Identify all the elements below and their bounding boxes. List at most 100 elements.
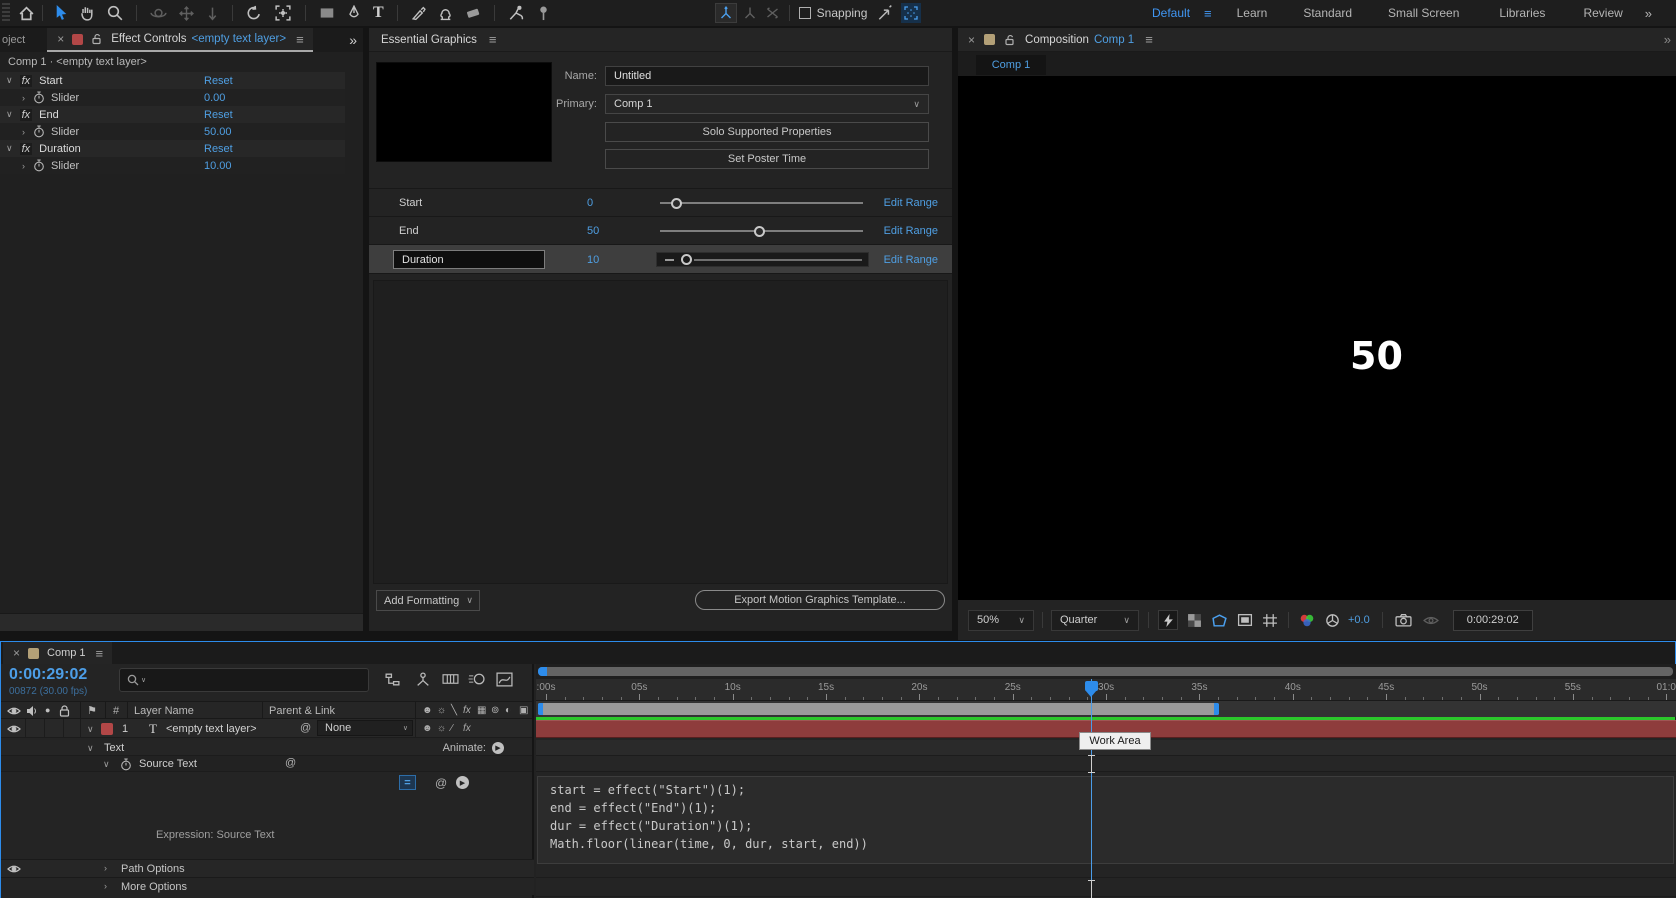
mask-visibility-icon[interactable] [1237,613,1253,627]
snapping-label[interactable]: Snapping [817,6,868,20]
timeline-tab-comp1[interactable]: × Comp 1 ≡ [3,642,113,664]
home-icon[interactable] [18,5,35,21]
composition-viewer[interactable]: 50 [958,76,1676,600]
text-group-row[interactable]: ∨ Text Animate: ▶ [1,740,532,756]
work-area-end-handle[interactable] [1214,703,1219,715]
magnification-dropdown[interactable]: 50% ∨ [968,609,1034,631]
slider-handle[interactable] [671,198,682,209]
property-row-duration[interactable]: Duration 10 Edit Range [369,244,952,274]
twirl-open-icon[interactable]: ∨ [87,724,94,735]
source-text-label[interactable]: Source Text [139,758,197,770]
resolution-dropdown[interactable]: Quarter ∨ [1051,609,1139,631]
region-of-interest-icon[interactable] [1211,613,1228,628]
path-options-label[interactable]: Path Options [121,863,185,875]
solo-supported-properties-button[interactable]: Solo Supported Properties [605,122,929,142]
property-value[interactable]: 50 [587,225,599,237]
essential-graphics-header[interactable]: Essential Graphics ≡ [369,28,952,52]
audio-column-speaker-icon[interactable] [26,705,38,717]
world-axis-mode-icon[interactable] [743,6,757,20]
hand-tool-icon[interactable] [79,5,95,21]
panel-overflow-icon[interactable]: » [349,32,357,48]
stopwatch-icon[interactable] [33,91,45,104]
zoom-tool-icon[interactable] [107,5,123,21]
close-tab-icon[interactable]: × [57,32,64,46]
clone-stamp-tool-icon[interactable] [438,6,453,21]
primary-dropdown[interactable]: Comp 1 ∨ [605,94,929,114]
parent-pickwhip-icon[interactable]: @ [300,722,311,734]
timeline-search-box[interactable]: ∨ [119,668,369,692]
property-value[interactable]: 50.00 [204,126,232,138]
stopwatch-icon[interactable] [120,758,132,771]
layer-visibility-eye-icon[interactable] [7,724,21,734]
export-template-button[interactable]: Export Motion Graphics Template... [695,590,945,610]
roto-brush-tool-icon[interactable] [508,5,524,21]
3d-column-icon[interactable]: ▣ [519,705,528,716]
orbit-camera-tool-icon[interactable] [150,6,167,21]
parent-link-column-header[interactable]: Parent & Link [269,705,335,717]
selection-tool-icon[interactable] [55,5,68,21]
draft-3d-icon[interactable] [415,672,431,687]
show-snapshot-eye-icon[interactable] [1422,615,1439,626]
pan-behind-tool-icon[interactable] [275,5,291,21]
label-column-icon[interactable]: ⚑ [87,704,97,717]
expression-enabled-icon[interactable]: = [399,775,416,790]
snap-bounds-icon[interactable] [901,3,922,23]
layer-quality-icon[interactable]: ∕ [451,723,453,734]
slider-row[interactable]: › Slider 10.00 [0,157,345,174]
set-poster-time-button[interactable]: Set Poster Time [605,149,929,169]
effect-row-start[interactable]: ∨ fx Start Reset [0,72,345,89]
effect-name[interactable]: Start [39,75,62,87]
effect-name[interactable]: End [39,109,59,121]
property-row-start[interactable]: Start 0 Edit Range [369,188,952,216]
slider-handle[interactable] [681,254,692,265]
snapshot-camera-icon[interactable] [1395,613,1412,627]
viewer-tab-comp1[interactable]: Comp 1 [976,55,1046,75]
label-color-chip[interactable] [72,33,84,45]
slider-handle[interactable] [754,226,765,237]
twirl-open-icon[interactable]: ∨ [6,109,13,120]
workspace-menu-icon[interactable]: ≡ [1204,6,1212,21]
toolbar-drag-handle[interactable] [2,3,10,23]
workspace-overflow-icon[interactable]: » [1645,6,1652,21]
rotation-tool-icon[interactable] [246,5,262,21]
stopwatch-icon[interactable] [33,159,45,172]
panel-menu-icon[interactable]: ≡ [296,32,304,47]
property-value[interactable]: 10.00 [204,160,232,172]
dolly-camera-tool-icon[interactable] [206,6,219,21]
workspace-tab-standard[interactable]: Standard [1303,6,1352,20]
range-slider-well[interactable] [656,252,869,267]
edit-range-link[interactable]: Edit Range [884,254,938,266]
workspace-tab-small-screen[interactable]: Small Screen [1388,6,1459,20]
close-tab-icon[interactable]: × [968,33,975,47]
comp-label-chip[interactable] [28,647,40,659]
rectangle-tool-icon[interactable] [319,6,335,20]
layer-collapse-icon[interactable]: ☼ [437,723,446,734]
pan-camera-tool-icon[interactable] [179,5,194,21]
layer-row[interactable]: ∨ 1 T <empty text layer> @ None ∨ ☻ ☼ ∕ … [1,719,532,738]
property-value[interactable]: 0.00 [204,92,225,104]
exposure-icon[interactable] [1325,613,1340,628]
stopwatch-icon[interactable] [33,125,45,138]
parent-dropdown[interactable]: None ∨ [317,720,413,736]
snapping-checkbox[interactable] [798,7,811,19]
twirl-open-icon[interactable]: ∨ [87,743,94,754]
lock-column-icon[interactable] [59,705,70,717]
reset-link[interactable]: Reset [204,109,233,121]
channel-rgb-icon[interactable] [1299,613,1315,627]
local-axis-mode-icon[interactable] [714,3,737,23]
twirl-open-icon[interactable]: ∨ [103,759,110,770]
view-axis-mode-icon[interactable] [765,6,780,20]
effect-row-end[interactable]: ∨ fx End Reset [0,106,345,123]
effect-row-duration[interactable]: ∨ fx Duration Reset [0,140,345,157]
frame-blend-column-icon[interactable]: ▦ [477,705,486,716]
graph-editor-icon[interactable] [496,672,513,687]
work-area-start-handle[interactable] [538,703,543,715]
comp-label-chip[interactable] [984,34,996,45]
workspace-tab-learn[interactable]: Learn [1237,6,1268,20]
text-group-label[interactable]: Text [104,742,124,754]
panel-menu-icon[interactable]: ≡ [489,32,497,47]
eraser-tool-icon[interactable] [465,6,481,20]
time-navigator[interactable] [536,664,1676,679]
index-column-header[interactable]: # [113,705,119,717]
exposure-value[interactable]: +0.0 [1348,614,1370,626]
